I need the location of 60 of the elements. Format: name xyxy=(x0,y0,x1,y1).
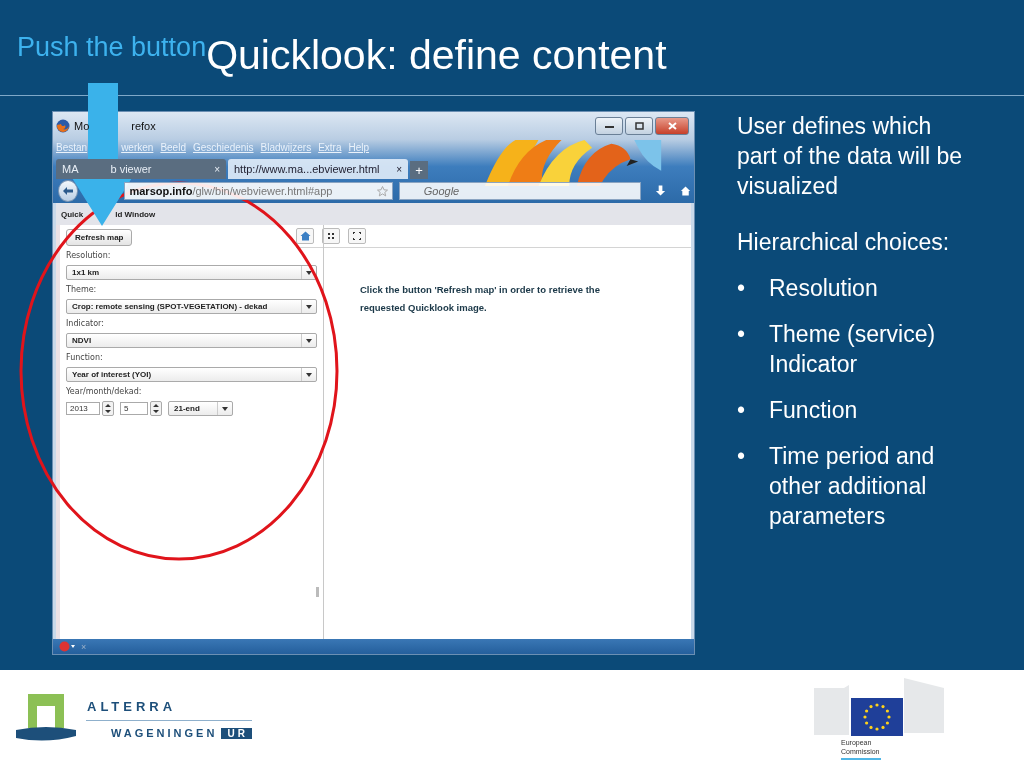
maximize-button[interactable] xyxy=(625,116,653,135)
year-field[interactable]: 2013 xyxy=(66,402,100,415)
bullet-mark: • xyxy=(737,320,747,349)
ur-wordmark: UR xyxy=(221,727,252,739)
slide-tag: Push the button xyxy=(17,32,207,63)
maximize-icon xyxy=(634,121,644,130)
browser-tab[interactable]: http://www.ma...ebviewer.html × xyxy=(228,159,408,179)
new-tab-button[interactable]: + xyxy=(410,161,428,179)
close-button[interactable] xyxy=(655,116,689,135)
close-tab-icon[interactable]: × xyxy=(214,163,220,175)
firefox-logo-icon xyxy=(56,118,70,133)
dropdown[interactable]: Crop: remote sensing (SPOT-VEGETATION) - dekad xyxy=(66,299,317,314)
panel-title: ld Window xyxy=(115,209,156,219)
field-label: Theme: xyxy=(66,285,98,294)
address-bar[interactable]: marsop.info/glw/bin/webviewer.html#app xyxy=(124,182,393,200)
wageningen-wordmark: WAGENINGEN xyxy=(111,727,218,739)
slide-title: Quicklook: define content xyxy=(206,32,667,79)
bullet-mark: • xyxy=(737,442,747,471)
collapse-icon xyxy=(327,232,335,240)
window-title: refox xyxy=(131,119,156,132)
search-field[interactable]: Google xyxy=(398,182,641,200)
description-text: User defines which part of the data will be visualized xyxy=(737,112,964,201)
refresh-map-button[interactable]: Refresh map xyxy=(66,229,133,246)
dekad-dropdown[interactable]: 21-end xyxy=(168,401,233,416)
spinner-icon[interactable] xyxy=(150,401,162,416)
bullet-text: Time period and other additional parameters xyxy=(769,442,936,531)
close-icon xyxy=(667,121,677,130)
home-button[interactable] xyxy=(296,228,314,244)
bullet-text: Theme (service) Indicator xyxy=(769,320,937,379)
star-icon[interactable] xyxy=(376,185,388,197)
bullet-mark: • xyxy=(737,396,747,425)
bullet-text: Resolution xyxy=(769,274,878,303)
instruction-message: Click the button 'Refresh map' in order to retrieve the requested Quicklook image. xyxy=(360,283,601,315)
list-heading: Hierarchical choices: xyxy=(737,228,951,257)
field-label: Year/month/dekad: xyxy=(66,387,143,396)
dropdown[interactable]: 1x1 km xyxy=(66,265,317,280)
field-label: Resolution: xyxy=(66,251,112,260)
close-tab-icon[interactable]: × xyxy=(396,163,402,175)
back-arrow-icon xyxy=(62,186,75,196)
scroll-handle[interactable] xyxy=(316,587,319,597)
field-label: Indicator: xyxy=(66,319,105,328)
home-icon[interactable] xyxy=(679,185,691,197)
collapse-button[interactable] xyxy=(322,228,340,244)
dropdown[interactable]: Year of interest (YOI) xyxy=(66,367,317,382)
bullet-mark: • xyxy=(737,274,747,303)
panel-title: Quick xyxy=(61,209,84,219)
bullet-text: Function xyxy=(769,396,858,425)
dropdown[interactable]: NDVI xyxy=(66,333,317,348)
back-button[interactable] xyxy=(58,180,79,202)
browser-tab[interactable]: MA b viewer × xyxy=(56,159,226,179)
stop-sign-icon[interactable] xyxy=(59,641,75,652)
minimize-button[interactable] xyxy=(595,116,623,135)
expand-button[interactable] xyxy=(348,228,366,244)
month-field[interactable]: 5 xyxy=(120,402,148,415)
alterra-wordmark: ALTERRA xyxy=(86,699,178,714)
expand-icon xyxy=(353,232,361,240)
download-icon[interactable] xyxy=(654,185,666,197)
spinner-icon[interactable] xyxy=(102,401,114,416)
field-label: Function: xyxy=(66,353,104,362)
home-icon xyxy=(299,231,311,241)
